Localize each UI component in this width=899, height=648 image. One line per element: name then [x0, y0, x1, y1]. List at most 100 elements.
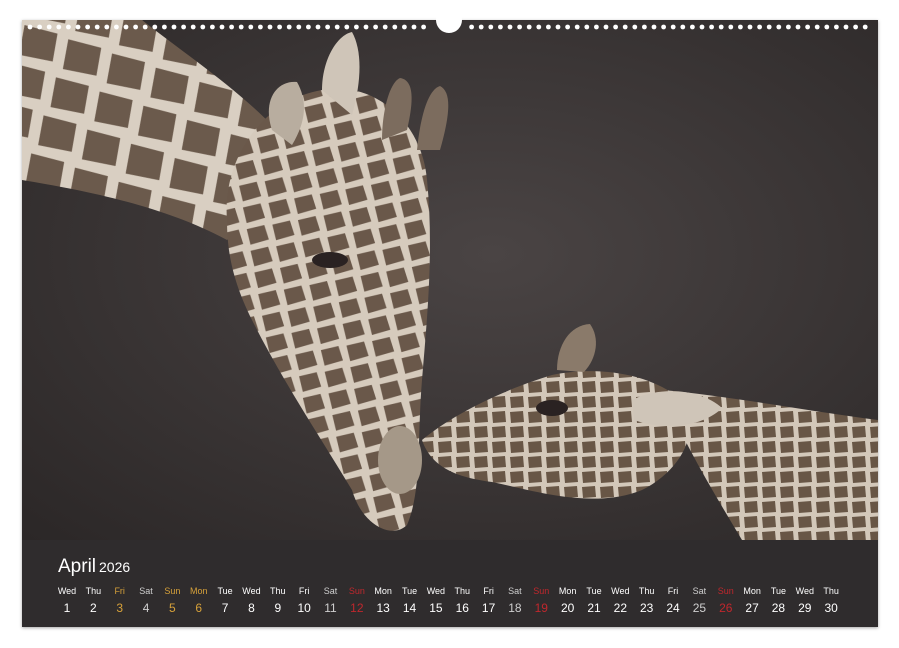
date-number: 28 — [765, 600, 791, 616]
weekday-label: Fri — [660, 584, 686, 598]
binding-hole — [258, 25, 263, 30]
binding-hole — [287, 25, 292, 30]
binding-hole — [594, 25, 599, 30]
date-number: 1 — [54, 600, 80, 616]
weekday-label: Wed — [238, 584, 264, 598]
day-grid: Wed1Thu2Fri3Sat4Sun5Mon6Tue7Wed8Thu9Fri1… — [55, 584, 875, 624]
binding-hole — [834, 25, 839, 30]
weekday-label: Sun — [528, 584, 554, 598]
day-cell: Tue 28 — [765, 584, 791, 616]
day-cell: Sat25 — [686, 584, 712, 616]
calf-giraffe-eye — [536, 400, 568, 416]
day-cell: Sun 12 — [344, 584, 370, 616]
binding-hole — [556, 25, 561, 30]
binding-hole — [690, 25, 695, 30]
binding-hole — [421, 25, 426, 30]
binding-hole — [37, 25, 42, 30]
day-cell: Fri10 — [291, 584, 317, 616]
binding-hole — [306, 25, 311, 30]
binding-hole — [133, 25, 138, 30]
date-number: 29 — [792, 600, 818, 616]
calendar-strip: April2026 Wed1Thu2Fri3Sat4Sun5Mon6Tue7We… — [22, 540, 878, 627]
date-number: 6 — [186, 600, 212, 616]
binding-hole — [56, 25, 61, 30]
date-number: 10 — [291, 600, 317, 616]
date-number: 26 — [713, 600, 739, 616]
weekday-label: Wed — [792, 584, 818, 598]
binding-hole — [853, 25, 858, 30]
binding-hole — [104, 25, 109, 30]
weekday-label: Thu — [818, 584, 844, 598]
date-number: 12 — [344, 600, 370, 616]
binding-hole — [220, 25, 225, 30]
weekday-label: Wed — [423, 584, 449, 598]
binding-hole — [364, 25, 369, 30]
binding-hole — [354, 25, 359, 30]
binding-hole — [239, 25, 244, 30]
weekday-label: Tue — [212, 584, 238, 598]
date-number: 15 — [423, 600, 449, 616]
weekday-label: Mon — [370, 584, 396, 598]
binding-hole — [767, 25, 772, 30]
binding-hole — [412, 25, 417, 30]
weekday-label: Tue — [765, 584, 791, 598]
binding-hole — [95, 25, 100, 30]
day-cell: Thu9 — [265, 584, 291, 616]
date-number: 14 — [397, 600, 423, 616]
day-cell: Wed 29 — [792, 584, 818, 616]
binding-hole — [488, 25, 493, 30]
adult-giraffe-muzzle — [378, 426, 422, 494]
day-cell: Mon 6 — [186, 584, 212, 616]
binding-hole — [498, 25, 503, 30]
binding-hole — [613, 25, 618, 30]
binding-hole — [316, 25, 321, 30]
weekday-label: Sun — [344, 584, 370, 598]
day-cell: Mon20 — [555, 584, 581, 616]
day-cell: Mon27 — [739, 584, 765, 616]
binding-hole — [700, 25, 705, 30]
date-number: 3 — [107, 600, 133, 616]
binding-hole — [469, 25, 474, 30]
weekday-label: Mon — [186, 584, 212, 598]
binding-hole — [124, 25, 129, 30]
binding-hole — [805, 25, 810, 30]
binding-hole — [268, 25, 273, 30]
day-cell: Sat11 — [318, 584, 344, 616]
date-number: 5 — [159, 600, 185, 616]
binding-hole — [85, 25, 90, 30]
day-cell: Tue14 — [397, 584, 423, 616]
day-cell: Sun 19 — [528, 584, 554, 616]
binding-hole — [76, 25, 81, 30]
binding-hole — [728, 25, 733, 30]
binding-hole — [325, 25, 330, 30]
binding-hole — [229, 25, 234, 30]
adult-giraffe-eye — [312, 252, 348, 268]
date-number: 23 — [634, 600, 660, 616]
month-title: April2026 — [58, 556, 130, 578]
binding-hole — [114, 25, 119, 30]
day-cell: Sun5 — [159, 584, 185, 616]
weekday-label: Mon — [739, 584, 765, 598]
binding-hole — [546, 25, 551, 30]
binding-hole — [210, 25, 215, 30]
day-cell: Thu16 — [449, 584, 475, 616]
binding-hole — [757, 25, 762, 30]
weekday-label: Mon — [555, 584, 581, 598]
day-cell: Tue21 — [581, 584, 607, 616]
weekday-label: Sun — [713, 584, 739, 598]
spiral-binding — [0, 0, 899, 34]
binding-hole — [786, 25, 791, 30]
binding-hole — [632, 25, 637, 30]
day-cell: Fri3 — [107, 584, 133, 616]
binding-hole — [652, 25, 657, 30]
binding-hole — [671, 25, 676, 30]
day-cell: Tue7 — [212, 584, 238, 616]
binding-hole — [796, 25, 801, 30]
binding-hole — [296, 25, 301, 30]
binding-hole — [66, 25, 71, 30]
day-cell: Thu23 — [634, 584, 660, 616]
binding-hole — [719, 25, 724, 30]
binding-hole — [584, 25, 589, 30]
date-number: 19 — [528, 600, 554, 616]
day-cell: Thu2 — [80, 584, 106, 616]
